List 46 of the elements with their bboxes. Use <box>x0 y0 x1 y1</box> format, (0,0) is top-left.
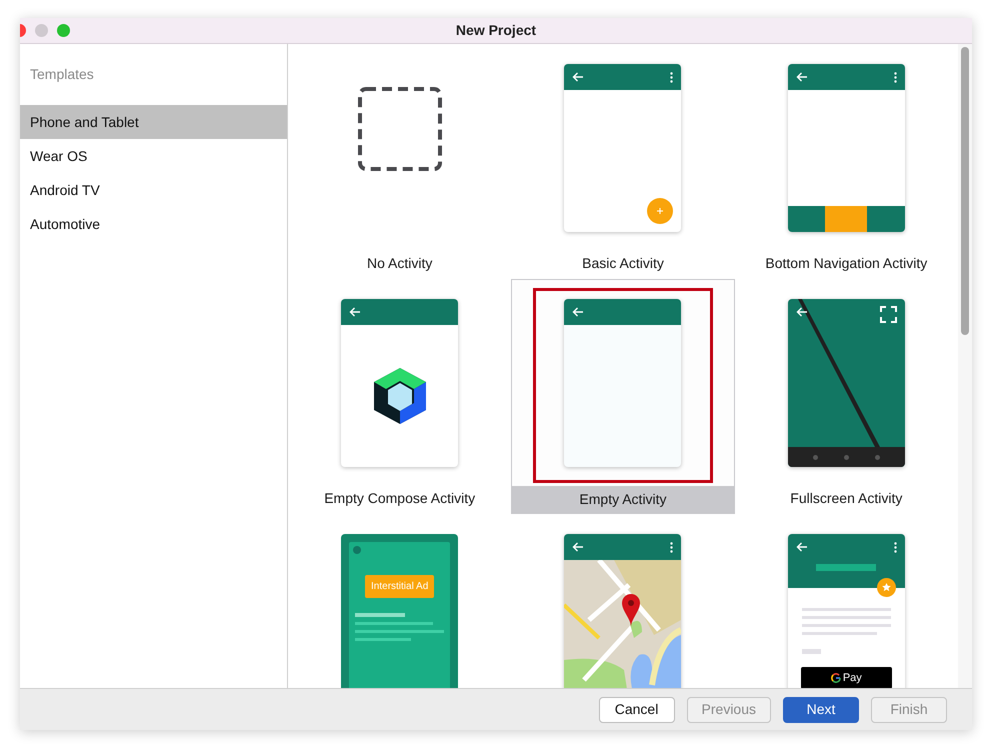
template-label: Empty Activity <box>512 486 734 513</box>
text-line <box>355 638 412 641</box>
template-label: Basic Activity <box>581 254 665 273</box>
template-card[interactable]: Pay <box>734 514 958 688</box>
minimize-icon[interactable] <box>35 24 48 37</box>
template-label: Empty Compose Activity <box>323 489 476 508</box>
sidebar-item[interactable]: Phone and Tablet <box>20 105 287 139</box>
sidebar-heading: Templates <box>29 65 95 84</box>
sidebar-item[interactable]: Wear OS <box>20 139 287 173</box>
back-arrow-icon <box>572 307 584 317</box>
fab-button-drawing <box>647 198 674 224</box>
title-bar-drawing <box>816 564 876 571</box>
template-label: Bottom Navigation Activity <box>764 254 928 273</box>
more-icon <box>670 542 674 552</box>
pay-label: Pay <box>842 670 862 686</box>
hexagon-logo-icon <box>372 367 427 425</box>
zoom-icon[interactable] <box>57 24 70 37</box>
star-badge-icon <box>876 578 896 597</box>
scrollbar-thumb[interactable] <box>961 47 969 335</box>
more-icon <box>894 542 897 552</box>
template-label: Fullscreen Activity <box>789 489 904 508</box>
sidebar-item[interactable]: Android TV <box>20 173 287 207</box>
window-title: New Project <box>456 21 536 40</box>
back-arrow-icon <box>572 542 584 552</box>
back-arrow-icon <box>572 72 584 82</box>
template-card[interactable]: No Activity <box>288 44 512 279</box>
template-card[interactable]: Bottom Navigation Activity <box>734 44 958 279</box>
ad-label: Interstitial Ad <box>365 575 434 598</box>
template-card[interactable]: Empty Activity <box>511 279 735 514</box>
back-arrow-icon <box>796 307 808 317</box>
multicolor-ring-icon <box>830 673 841 683</box>
more-icon <box>670 72 674 82</box>
template-card[interactable]: Basic Activity <box>511 44 735 279</box>
more-icon <box>894 72 897 82</box>
fullscreen-icon <box>880 306 897 323</box>
template-card[interactable]: Empty Compose Activity <box>288 279 512 514</box>
scrollbar[interactable] <box>958 44 972 688</box>
template-card[interactable]: Fullscreen Activity <box>734 279 958 514</box>
dialog-button[interactable]: Next <box>783 696 859 722</box>
sidebar-item[interactable]: Automotive <box>20 207 287 241</box>
back-arrow-icon <box>349 307 362 317</box>
back-arrow-icon <box>796 72 808 82</box>
dialog-button[interactable]: Cancel <box>598 696 675 722</box>
template-label: No Activity <box>366 254 434 273</box>
back-arrow-icon <box>796 542 808 552</box>
dashed-square-icon <box>356 86 443 172</box>
